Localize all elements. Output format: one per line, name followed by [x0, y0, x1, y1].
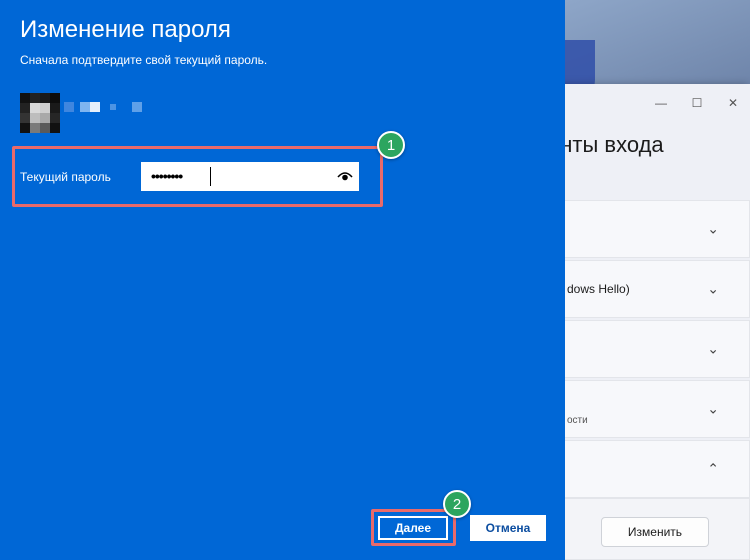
highlight-next-button	[371, 509, 456, 546]
settings-card-label: dows Hello)	[567, 282, 630, 296]
avatar	[20, 93, 60, 133]
step-badge-1: 1	[377, 131, 405, 159]
dialog-subtitle: Сначала подтвердите свой текущий пароль.	[20, 53, 268, 67]
chevron-down-icon: ⌄	[707, 220, 719, 237]
settings-card-1[interactable]: ⌄	[564, 200, 750, 258]
cancel-button[interactable]: Отмена	[470, 515, 546, 541]
chevron-up-icon: ⌃	[707, 460, 719, 477]
settings-card-windows-hello[interactable]: dows Hello) ⌄	[564, 260, 750, 318]
settings-card-password[interactable]: ⌃	[564, 440, 750, 498]
dialog-title: Изменение пароля	[20, 16, 231, 43]
settings-page-title: анты входа	[548, 132, 664, 157]
username-pixel	[132, 102, 142, 112]
minimize-button[interactable]: —	[643, 92, 679, 114]
settings-card-4[interactable]: ости ⌄	[564, 380, 750, 438]
settings-card-password-expanded: Изменить	[564, 498, 750, 560]
chevron-down-icon: ⌄	[707, 340, 719, 357]
username-pixel	[90, 102, 100, 112]
highlight-password-row	[12, 146, 383, 207]
chevron-down-icon: ⌄	[707, 280, 719, 297]
settings-card-3[interactable]: ⌄	[564, 320, 750, 378]
change-password-button[interactable]: Изменить	[601, 517, 709, 547]
close-button[interactable]: ✕	[715, 92, 750, 114]
change-password-dialog: Изменение пароля Сначала подтвердите сво…	[0, 0, 565, 560]
window-controls: — ☐ ✕	[643, 92, 750, 114]
username-pixel	[80, 102, 90, 112]
maximize-button[interactable]: ☐	[679, 92, 715, 114]
step-badge-2: 2	[443, 490, 471, 518]
settings-card-label: ости	[567, 415, 588, 426]
username-pixel	[110, 104, 116, 110]
chevron-down-icon: ⌄	[707, 400, 719, 417]
username-pixel	[64, 102, 74, 112]
settings-window: — ☐ ✕ анты входа ⌄ dows Hello) ⌄ ⌄ ости …	[548, 84, 750, 560]
